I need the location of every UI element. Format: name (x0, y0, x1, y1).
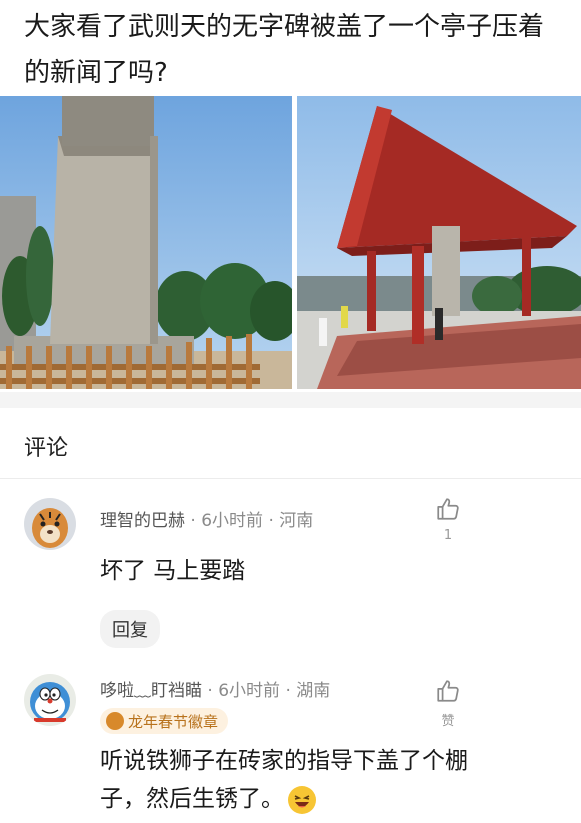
username[interactable]: 哆啦﹏盯裆瞄 (100, 681, 202, 701)
section-gap (0, 392, 581, 408)
badge-label: 龙年春节徽章 (128, 712, 219, 731)
comment-meta: 哆啦﹏盯裆瞄 · 6小时前 · 湖南 (100, 676, 330, 701)
meta-separator: · (268, 511, 274, 531)
meta-separator: · (285, 681, 291, 701)
comment-time: 6小时前 (218, 681, 281, 701)
divider (0, 478, 581, 479)
photo-row (0, 96, 581, 389)
comment-location: 河南 (279, 511, 314, 531)
tiger-avatar-icon[interactable] (24, 498, 76, 550)
like-label: 赞 (441, 714, 455, 729)
comment-text: 坏了 马上要踏 (100, 558, 246, 584)
username[interactable]: 理智的巴赫 (100, 511, 185, 531)
comment-item: 哆啦﹏盯裆瞄 · 6小时前 · 湖南 赞 龙年春节徽章 听说铁狮子在砖家的指导下… (0, 664, 581, 823)
reply-button[interactable]: 回复 (100, 610, 160, 648)
thumbs-up-icon (437, 680, 459, 702)
laughing-emoji-icon (288, 785, 316, 814)
stele-photo[interactable] (0, 96, 292, 389)
comment-location: 湖南 (296, 681, 331, 701)
comment-text-line: 听说铁狮子在砖家的指导下盖了个棚 (100, 748, 468, 774)
pavilion-photo[interactable] (297, 96, 581, 389)
post-title: 大家看了武则天的无字碑被盖了一个亭子压着的新闻了吗? (24, 12, 545, 88)
comment-time: 6小时前 (201, 511, 264, 531)
thumbs-up-icon (437, 498, 459, 520)
like-count: 1 (443, 528, 453, 543)
comment-item: 理智的巴赫 · 6小时前 · 河南 1 坏了 马上要踏 回复 (0, 490, 581, 655)
like-button[interactable]: 1 (430, 496, 466, 543)
meta-separator: · (190, 511, 196, 531)
comment-text-segment: 子，然后生锈了。 (100, 786, 284, 812)
comments-heading: 评论 (24, 436, 69, 461)
festival-badge[interactable]: 龙年春节徽章 (100, 708, 229, 734)
comment-text: 听说铁狮子在砖家的指导下盖了个棚 子，然后生锈了。 (100, 742, 560, 818)
comment-text-line: 子，然后生锈了。 (100, 780, 560, 818)
like-button[interactable]: 赞 (430, 678, 466, 729)
doraemon-avatar-icon[interactable] (24, 674, 76, 726)
comment-meta: 理智的巴赫 · 6小时前 · 河南 (100, 506, 313, 531)
dragon-badge-icon (106, 712, 124, 730)
meta-separator: · (207, 681, 213, 701)
